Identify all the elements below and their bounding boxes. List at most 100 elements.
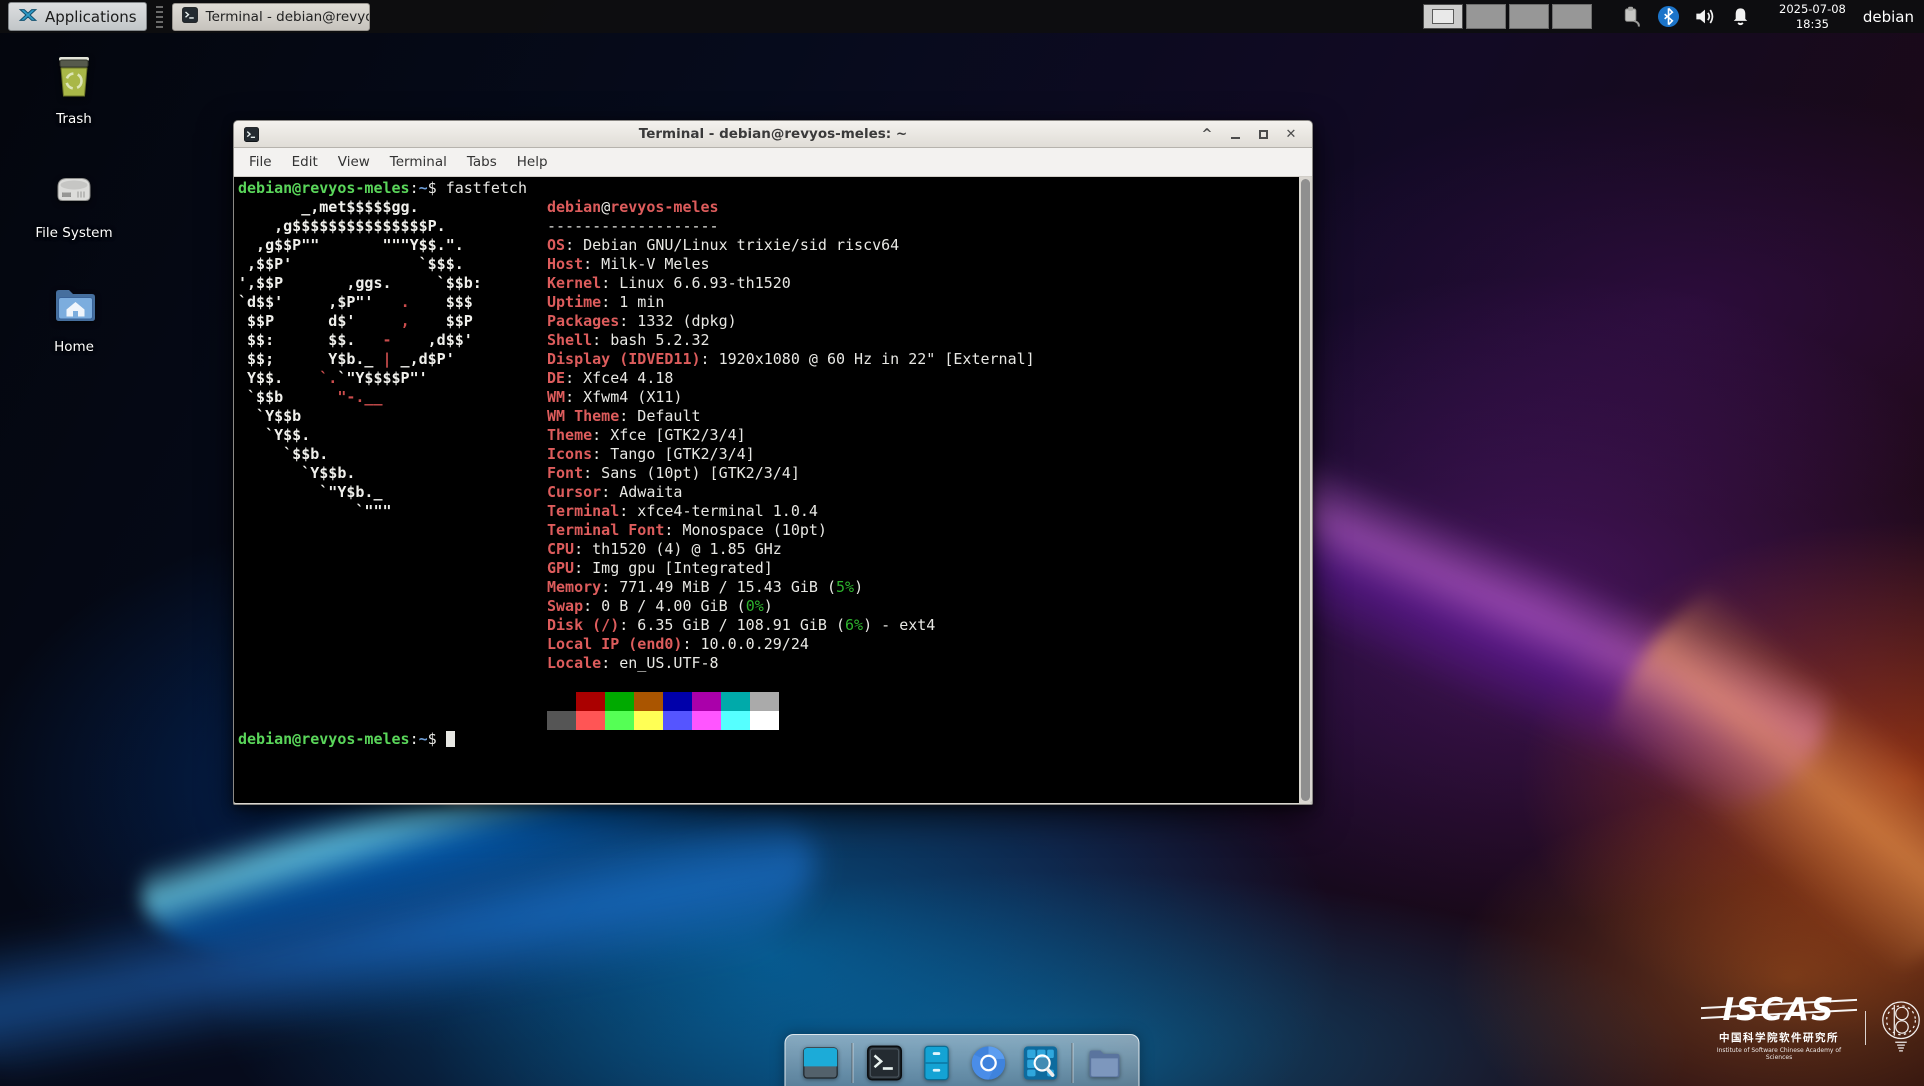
prompt-user-host: debian@revyos-meles: [238, 179, 410, 197]
workspace-1[interactable]: [1423, 4, 1463, 29]
text-segment: Cursor: [547, 483, 601, 501]
taskbar-terminal-button[interactable]: Terminal - debian@revyos...: [172, 3, 370, 31]
text-segment: `$$b: [238, 388, 337, 406]
workspace-2[interactable]: [1466, 4, 1506, 29]
text-segment: Icons: [547, 445, 592, 463]
text-segment: ,$$P' `$$$.: [238, 255, 464, 273]
iscas-separator: [1865, 1011, 1866, 1045]
palette-color-swatch: [576, 692, 605, 711]
text-segment: WM: [547, 388, 565, 406]
desktop-icon-trash[interactable]: Trash: [13, 52, 135, 148]
maximize-button[interactable]: [1251, 124, 1275, 145]
fastfetch-info-line: WM Theme: Default: [547, 407, 1035, 426]
fastfetch-info-line: OS: Debian GNU/Linux trixie/sid riscv64: [547, 236, 1035, 255]
applications-label: Applications: [45, 8, 137, 26]
desktop-icon-label: Trash: [56, 111, 92, 127]
clock[interactable]: 2025-07-08 18:35: [1779, 2, 1846, 31]
system-tray: [1621, 5, 1752, 28]
volume-icon[interactable]: [1693, 5, 1716, 28]
text-segment: $$P: [410, 312, 473, 330]
terminal-viewport[interactable]: debian@revyos-meles:~$ fastfetch _,met$$…: [234, 177, 1312, 803]
workspace-3[interactable]: [1509, 4, 1549, 29]
dock-folder-icon[interactable]: [1084, 1043, 1125, 1084]
fastfetch-info-column: debian@revyos-meles-------------------OS…: [547, 198, 1035, 730]
menu-item-view[interactable]: View: [328, 149, 380, 175]
dock-app-finder-icon[interactable]: [1020, 1043, 1061, 1084]
minimize-button[interactable]: [1223, 124, 1247, 145]
fastfetch-info-line: Theme: Xfce [GTK2/3/4]: [547, 426, 1035, 445]
text-segment: $$P d$': [238, 312, 401, 330]
menu-item-file[interactable]: File: [239, 149, 282, 175]
palette-color-swatch: [547, 711, 576, 730]
menu-item-help[interactable]: Help: [507, 149, 558, 175]
window-titlebar[interactable]: Terminal - debian@revyos-meles: ~ ^✕: [234, 121, 1312, 148]
text-segment: : Milk-V Meles: [583, 255, 709, 273]
close-button[interactable]: ✕: [1279, 124, 1303, 145]
menu-item-terminal[interactable]: Terminal: [380, 149, 457, 175]
fastfetch-info-line: Display (IDVED11): 1920x1080 @ 60 Hz in …: [547, 350, 1035, 369]
terminal-cursor: [446, 731, 455, 747]
fastfetch-info-line: Uptime: 1 min: [547, 293, 1035, 312]
dock-show-desktop-icon[interactable]: [800, 1043, 841, 1084]
fastfetch-info-line: Kernel: Linux 6.6.93-th1520: [547, 274, 1035, 293]
desktop-icon-home[interactable]: Home: [13, 280, 135, 376]
panel-grip-handle[interactable]: [156, 6, 163, 28]
palette-color-swatch: [721, 711, 750, 730]
fastfetch-info-line: Shell: bash 5.2.32: [547, 331, 1035, 350]
desktop: Applications Terminal - debian@revyos...…: [0, 0, 1924, 1086]
terminal-menubar: FileEditViewTerminalTabsHelp: [234, 148, 1312, 177]
text-segment: GPU: [547, 559, 574, 577]
desktop-icon-column: Trash File System Home: [13, 52, 135, 394]
text-segment: : 1 min: [601, 293, 664, 311]
text-segment: : Default: [619, 407, 700, 425]
text-segment: : xfce4-terminal 1.0.4: [619, 502, 818, 520]
notifications-icon[interactable]: [1729, 5, 1752, 28]
fastfetch-info-line: Swap: 0 B / 4.00 GiB (0%): [547, 597, 1035, 616]
scrollbar-thumb[interactable]: [1301, 179, 1310, 801]
text-segment: ,d$$': [392, 331, 473, 349]
terminal-scrollbar[interactable]: [1299, 177, 1312, 803]
text-segment: $$: $$.: [238, 331, 383, 349]
user-label: debian: [1863, 8, 1914, 26]
fastfetch-info-line: Packages: 1332 (dpkg): [547, 312, 1035, 331]
text-segment: ,: [401, 312, 410, 330]
fastfetch-info-line: Disk (/): 6.35 GiB / 108.91 GiB (6%) - e…: [547, 616, 1035, 635]
fastfetch-info-line: Cursor: Adwaita: [547, 483, 1035, 502]
text-segment: Memory: [547, 578, 601, 596]
text-segment: 5%: [836, 578, 854, 596]
text-segment: : Xfce [GTK2/3/4]: [592, 426, 746, 444]
fastfetch-info-line: DE: Xfce4 4.18: [547, 369, 1035, 388]
workspace-pager: [1423, 4, 1592, 29]
text-segment: Terminal: [547, 502, 619, 520]
dock-chromium-icon[interactable]: [968, 1043, 1009, 1084]
workspace-4[interactable]: [1552, 4, 1592, 29]
removable-media-icon[interactable]: [1621, 5, 1644, 28]
dock-file-manager-icon[interactable]: [916, 1043, 957, 1084]
palette-color-swatch: [750, 711, 779, 730]
dock-terminal-icon[interactable]: [864, 1043, 905, 1084]
text-segment: Terminal Font: [547, 521, 664, 539]
applications-menu-button[interactable]: Applications: [8, 2, 147, 31]
menu-item-edit[interactable]: Edit: [282, 149, 328, 175]
text-segment: Disk (/): [547, 616, 619, 634]
typed-command: fastfetch: [446, 179, 527, 197]
shade-button[interactable]: ^: [1195, 124, 1219, 145]
window-controls: ^✕: [1195, 124, 1303, 145]
text-segment: ,g$$$$$$$$$$$$$$$P.: [238, 217, 446, 235]
text-segment: : Monospace (10pt): [664, 521, 827, 539]
text-segment: debian: [547, 198, 601, 216]
dock-separator-2: [1072, 1043, 1073, 1083]
text-segment: $$$: [410, 293, 473, 311]
text-segment: -: [383, 331, 392, 349]
shell-command-line: debian@revyos-meles:~$ fastfetch: [238, 179, 1296, 198]
palette-color-swatch: [547, 692, 576, 711]
desktop-icon-filesystem[interactable]: File System: [13, 166, 135, 262]
bluetooth-icon[interactable]: [1657, 5, 1680, 28]
text-segment: `""": [238, 502, 392, 520]
text-segment: `$$b.: [238, 445, 328, 463]
clock-date: 2025-07-08: [1779, 2, 1846, 16]
wallpaper-streak: [1498, 444, 1924, 1086]
palette-color-swatch: [692, 692, 721, 711]
text-segment: Swap: [547, 597, 583, 615]
menu-item-tabs[interactable]: Tabs: [457, 149, 507, 175]
